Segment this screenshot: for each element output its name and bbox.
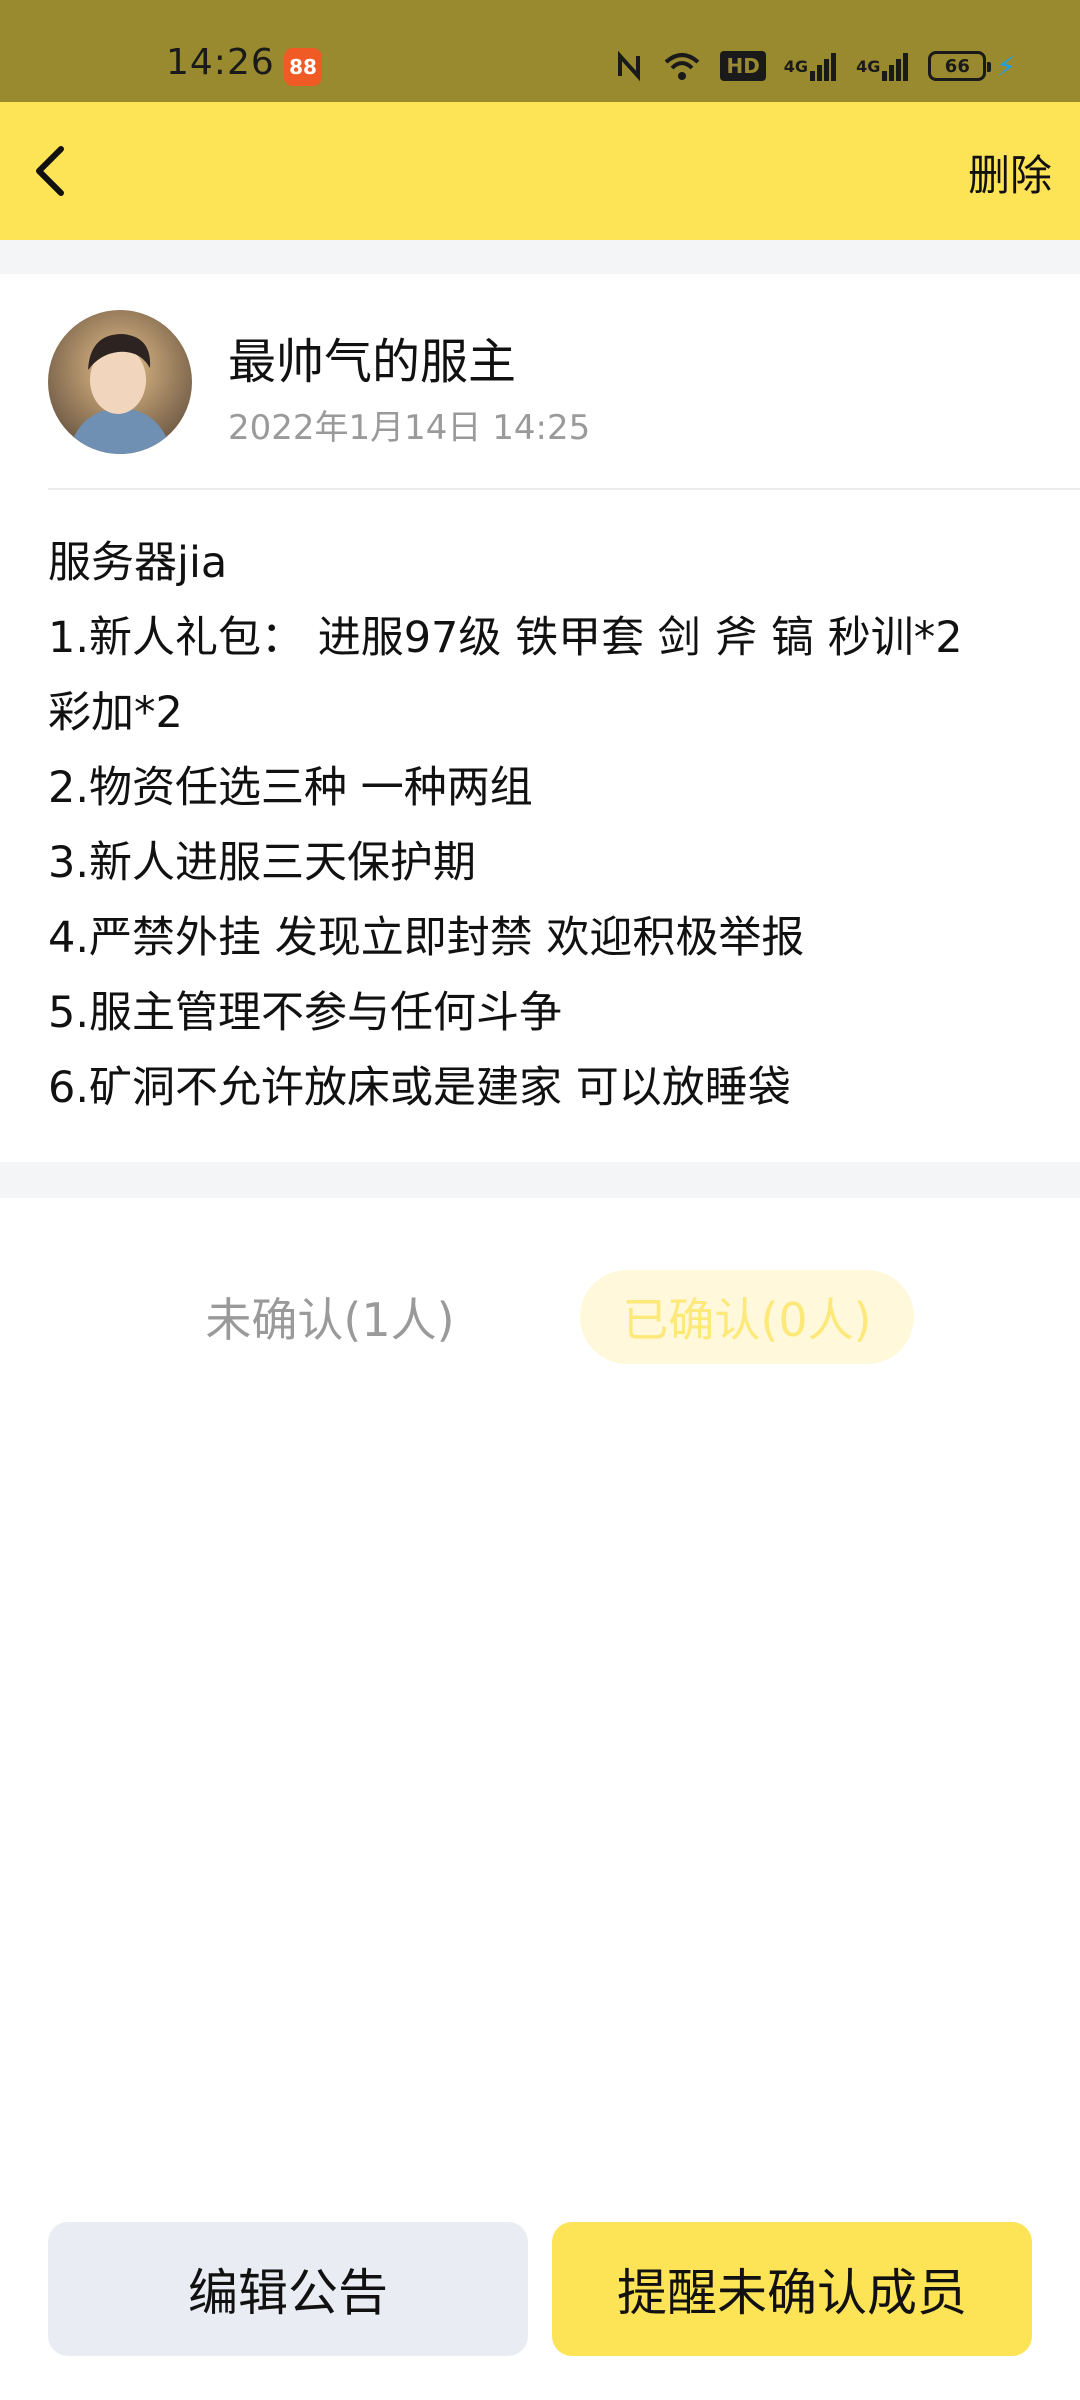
hd-icon: HD [720,46,766,86]
section-separator [0,240,1080,274]
signal-icon-2: 4G [856,46,910,86]
charging-icon: ⚡ [996,49,1016,83]
signal-icon-1: 4G [784,46,838,86]
delete-button[interactable]: 删除 [968,142,1052,203]
status-bar: 14:26 88 HD 4G 4G 66 ⚡ [0,0,1080,102]
section-separator [0,1162,1080,1198]
content-line: 3.新人进服三天保护期 [48,838,477,888]
back-arrow-icon [36,146,64,196]
nfc-icon [614,46,644,86]
edit-announcement-button[interactable]: 编辑公告 [48,2222,528,2356]
content-line: 6.矿洞不允许放床或是建家 可以放睡袋 [48,1063,791,1113]
tab-unconfirmed[interactable]: 未确认(1人) [180,1268,480,1366]
tab-confirmed[interactable]: 已确认(0人) [580,1270,914,1364]
content-line: 1.新人礼包： 进服97级 铁甲套 剑 斧 镐 秒训*2 [48,613,963,663]
content-line: 5.服主管理不参与任何斗争 [48,988,563,1038]
author-name: 最帅气的服主 [228,334,517,390]
announcement-content: 服务器jia 1.新人礼包： 进服97级 铁甲套 剑 斧 镐 秒训*2 彩加*2… [48,526,1048,1126]
wifi-icon [662,46,702,86]
remind-unconfirmed-button[interactable]: 提醒未确认成员 [552,2222,1032,2356]
announcement-card: 最帅气的服主 2022年1月14日 14:25 服务器jia 1.新人礼包： 进… [0,274,1080,1162]
content-line: 服务器jia [48,538,228,588]
content-line: 2.物资任选三种 一种两组 [48,763,533,813]
battery-level: 66 [928,51,992,81]
divider [48,488,1080,490]
nav-bar: 删除 [0,102,1080,240]
status-icons: HD 4G 4G 66 ⚡ [614,46,1016,86]
author-avatar[interactable] [48,310,192,454]
content-line: 彩加*2 [48,688,183,738]
back-button[interactable] [14,136,84,206]
content-line: 4.严禁外挂 发现立即封禁 欢迎积极举报 [48,913,805,963]
status-time: 14:26 [166,42,275,83]
app-notification-icon: 88 [284,48,322,86]
post-timestamp: 2022年1月14日 14:25 [228,408,591,448]
battery-icon: 66 [928,46,992,86]
